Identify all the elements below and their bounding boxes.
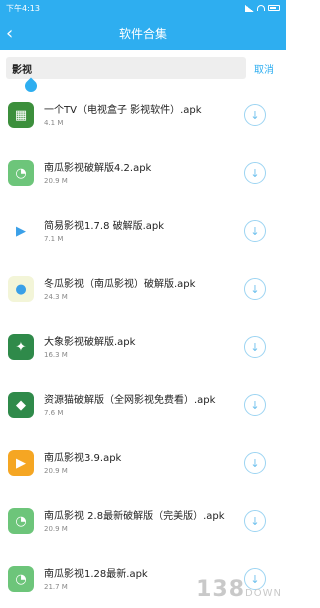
item-size: 20.9 M xyxy=(44,176,68,185)
melon-icon: ● xyxy=(8,276,34,302)
android-icon: ◔ xyxy=(8,160,34,186)
item-size: 7.6 M xyxy=(44,408,64,417)
item-size: 20.9 M xyxy=(44,524,68,533)
status-time: 下午4:13 xyxy=(6,3,40,13)
list-item[interactable]: ✦ 大象影视破解版.apk 16.3 M ↓ xyxy=(0,318,286,376)
item-size: 7.1 M xyxy=(44,234,64,243)
watermark-text: 138 xyxy=(196,577,246,602)
download-icon[interactable]: ↓ xyxy=(244,452,266,474)
list-item[interactable]: ● 冬瓜影视（南瓜影视）破解版.apk 24.3 M ↓ xyxy=(0,260,286,318)
android-icon: ◔ xyxy=(8,566,34,592)
item-name: 南瓜影视3.9.apk xyxy=(44,452,122,464)
pumpkin-play-icon: ▶ xyxy=(8,450,34,476)
search-query: 影视 xyxy=(12,64,32,76)
list-item[interactable]: ▶ 简易影视1.7.8 破解版.apk 7.1 M ↓ xyxy=(0,202,286,260)
download-icon[interactable]: ↓ xyxy=(244,336,266,358)
cancel-button[interactable]: 取消 xyxy=(254,61,280,76)
search-row: 影视 取消 xyxy=(0,50,286,95)
item-info: 大象影视破解版.apk 16.3 M xyxy=(44,336,278,359)
item-info: 简易影视1.7.8 破解版.apk 7.1 M xyxy=(44,220,278,243)
elephant-icon: ✦ xyxy=(8,334,34,360)
android-icon: ◔ xyxy=(8,508,34,534)
item-info: 冬瓜影视（南瓜影视）破解版.apk 24.3 M xyxy=(44,278,278,301)
download-icon[interactable]: ↓ xyxy=(244,162,266,184)
download-icon[interactable]: ↓ xyxy=(244,104,266,126)
item-size: 16.3 M xyxy=(44,350,68,359)
watermark-logo: 138DOWN xyxy=(196,577,282,602)
signal-icon xyxy=(245,4,254,12)
list-item[interactable]: ◔ 南瓜影视 2.8最新破解版（完美版）.apk 20.9 M ↓ xyxy=(0,492,286,550)
list-item[interactable]: ▦ 一个TV（电视盒子 影视软件）.apk 4.1 M ↓ xyxy=(0,86,286,144)
chevron-left-icon[interactable]: ‹ xyxy=(6,16,26,50)
item-name: 冬瓜影视（南瓜影视）破解版.apk xyxy=(44,278,196,290)
list-item[interactable]: ◔ 南瓜影视破解版4.2.apk 20.9 M ↓ xyxy=(0,144,286,202)
play-icon: ▶ xyxy=(8,218,34,244)
item-size: 20.9 M xyxy=(44,466,68,475)
watermark-sub: DOWN xyxy=(245,588,282,599)
page-title: 软件合集 xyxy=(118,26,167,41)
app-list: ▦ 一个TV（电视盒子 影视软件）.apk 4.1 M ↓ ◔ 南瓜影视破解版4.2.ap… xyxy=(0,86,286,608)
wifi-icon xyxy=(257,5,265,11)
list-item[interactable]: ▶ 南瓜影视3.9.apk 20.9 M ↓ xyxy=(0,434,286,492)
item-name: 简易影视1.7.8 破解版.apk xyxy=(44,220,165,232)
item-info: 南瓜影视 2.8最新破解版（完美版）.apk 20.9 M xyxy=(44,510,278,533)
item-info: 一个TV（电视盒子 影视软件）.apk 4.1 M xyxy=(44,104,278,127)
status-bar: 下午4:13 xyxy=(0,0,286,16)
item-name: 资源猫破解版（全网影视免费看）.apk xyxy=(44,394,216,406)
item-name: 南瓜影视破解版4.2.apk xyxy=(44,162,152,174)
title-bar: ‹ 软件合集 xyxy=(0,16,286,50)
item-size: 4.1 M xyxy=(44,118,64,127)
film-icon: ▦ xyxy=(8,102,34,128)
item-name: 一个TV（电视盒子 影视软件）.apk xyxy=(44,104,202,116)
list-item[interactable]: ◆ 资源猫破解版（全网影视免费看）.apk 7.6 M ↓ xyxy=(0,376,286,434)
search-input[interactable]: 影视 xyxy=(6,57,246,79)
download-icon[interactable]: ↓ xyxy=(244,278,266,300)
battery-icon xyxy=(268,5,280,11)
item-name: 大象影视破解版.apk xyxy=(44,336,136,348)
cat-icon: ◆ xyxy=(8,392,34,418)
download-icon[interactable]: ↓ xyxy=(244,394,266,416)
item-info: 南瓜影视破解版4.2.apk 20.9 M xyxy=(44,162,278,185)
item-info: 南瓜影视3.9.apk 20.9 M xyxy=(44,452,278,475)
download-icon[interactable]: ↓ xyxy=(244,220,266,242)
item-info: 资源猫破解版（全网影视免费看）.apk 7.6 M xyxy=(44,394,278,417)
status-icons xyxy=(245,4,280,12)
item-name: 南瓜影视 2.8最新破解版（完美版）.apk xyxy=(44,510,225,522)
download-icon[interactable]: ↓ xyxy=(244,510,266,532)
item-size: 24.3 M xyxy=(44,292,68,301)
